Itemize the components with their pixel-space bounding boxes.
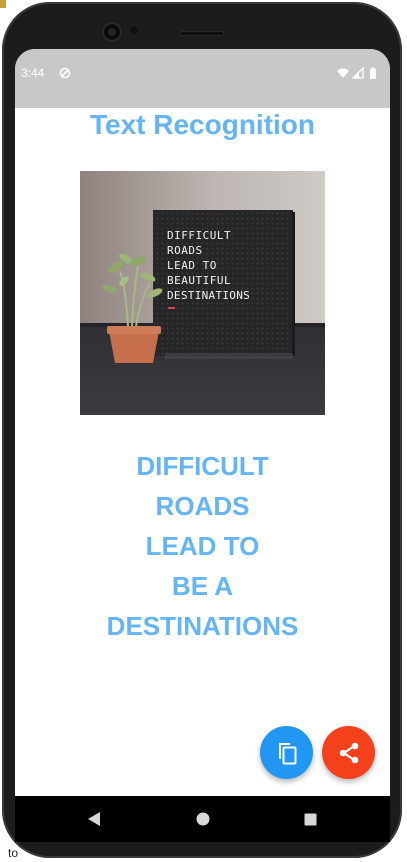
recognized-line-4: BE A	[171, 571, 234, 601]
navigation-bar	[15, 796, 390, 842]
page-title: Text Recognition	[89, 109, 316, 140]
home-button[interactable]	[190, 806, 216, 832]
home-icon	[196, 812, 210, 826]
status-time: 3:44	[21, 66, 45, 80]
share-button[interactable]	[322, 726, 375, 779]
signal-icon	[351, 67, 364, 79]
sign-line-1: DIFFICULT	[167, 229, 231, 242]
letter-board-photo: DIFFICULT ROADS LEAD TO BEAUTIFUL DESTIN…	[80, 171, 325, 415]
sign-line-5: DESTINATIONS	[167, 289, 250, 302]
recognized-line-2: ROADS	[155, 491, 250, 521]
status-bar: 3:44	[15, 49, 390, 108]
sign-line-4: BEAUTIFUL	[167, 274, 231, 287]
copy-icon	[278, 742, 296, 764]
recents-button[interactable]	[297, 806, 323, 832]
back-button[interactable]	[81, 806, 107, 832]
sign-line-2: ROADS	[167, 244, 203, 257]
app-screen: 3:44 Text Recognition DIFFICULT ROADS LE…	[15, 49, 390, 796]
wifi-icon	[337, 68, 349, 78]
copy-button[interactable]	[260, 726, 313, 779]
recents-icon	[304, 813, 316, 825]
device-frame: 3:44 Text Recognition DIFFICULT ROADS LE…	[0, 0, 407, 862]
recognized-line-3: LEAD TO	[145, 531, 260, 561]
recognized-text: DIFFICULT ROADS LEAD TO BE A DESTINATION…	[15, 446, 390, 646]
back-icon	[88, 812, 100, 826]
battery-icon	[370, 67, 376, 79]
earpiece-speaker	[180, 31, 224, 36]
desktop-corner	[0, 0, 6, 8]
status-icons	[337, 67, 376, 79]
source-image[interactable]: DIFFICULT ROADS LEAD TO BEAUTIFUL DESTIN…	[80, 171, 325, 415]
recognized-line-1: DIFFICULT	[136, 451, 269, 481]
recognized-line-5: DESTINATIONS	[106, 611, 299, 641]
share-icon	[339, 742, 358, 763]
front-camera	[102, 22, 122, 42]
circle-slash-icon	[59, 67, 71, 79]
proximity-sensor	[130, 26, 138, 34]
background-text: to	[8, 846, 19, 860]
sign-line-3: LEAD TO	[167, 259, 217, 272]
